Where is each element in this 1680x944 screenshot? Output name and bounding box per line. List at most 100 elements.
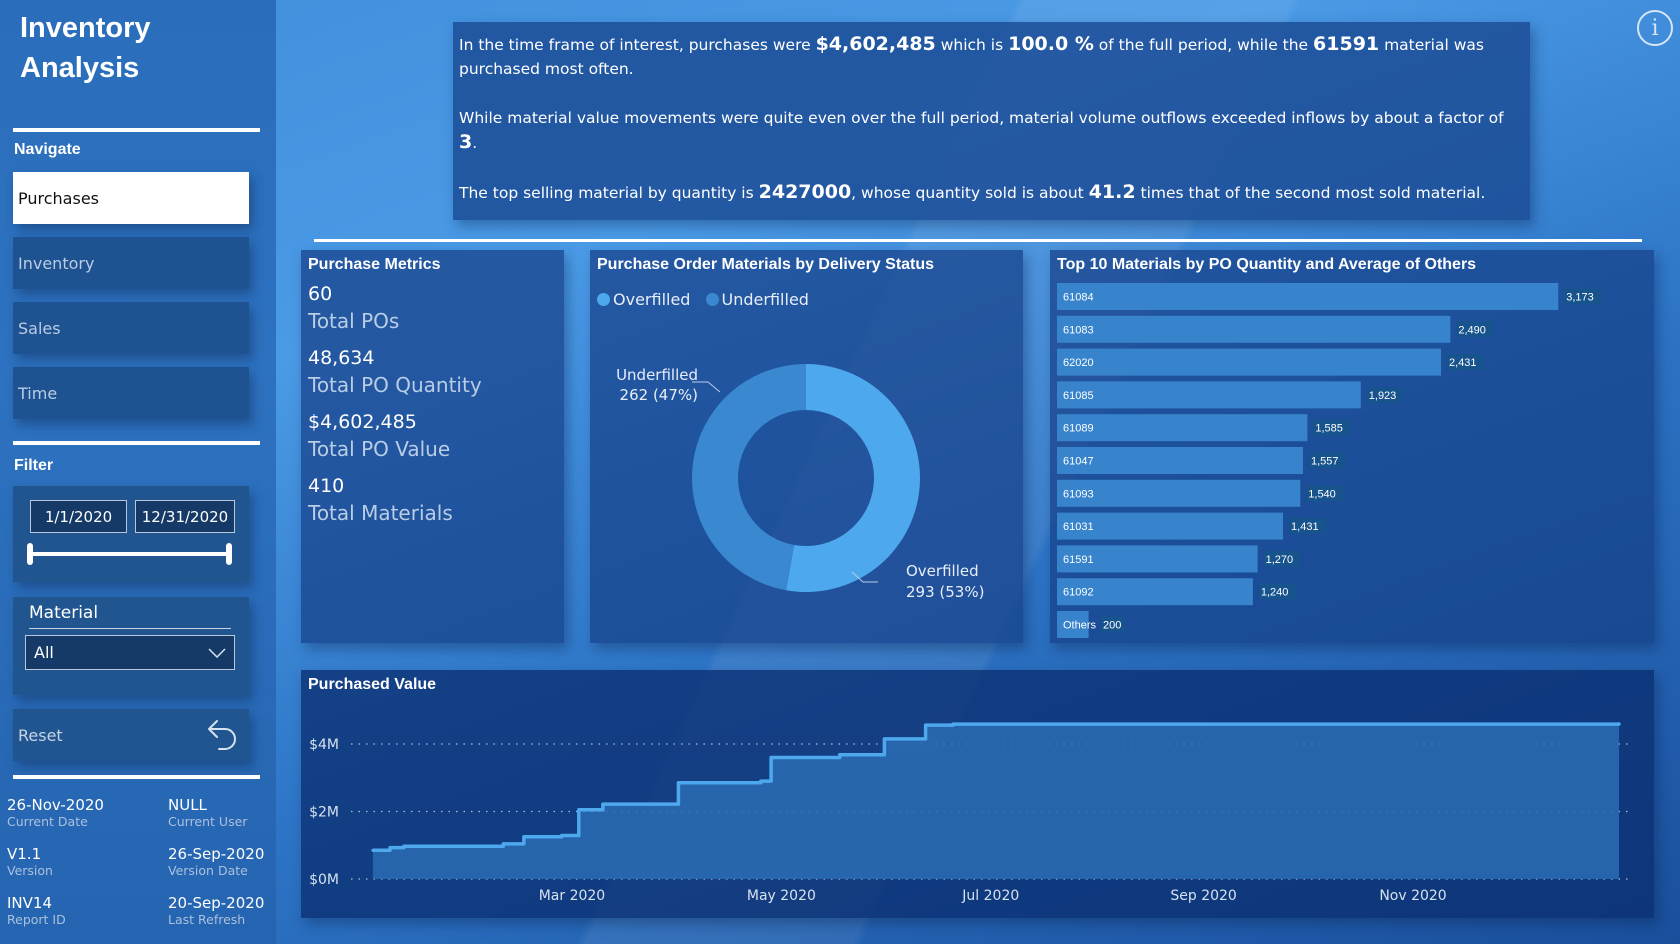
bar-value-label: 3,173 bbox=[1566, 292, 1594, 304]
narrative-text: of the full period, while the bbox=[1093, 36, 1314, 54]
divider bbox=[13, 775, 260, 779]
data-point[interactable] bbox=[371, 848, 375, 852]
donut-slice-underfilled[interactable] bbox=[692, 364, 806, 591]
data-point[interactable] bbox=[402, 844, 406, 848]
bar-category-label: 61591 bbox=[1063, 554, 1094, 566]
data-point[interactable] bbox=[924, 723, 928, 727]
bar-value-label: 1,240 bbox=[1261, 587, 1289, 599]
bar-61089[interactable] bbox=[1057, 414, 1308, 442]
info-label: Version Date bbox=[168, 863, 248, 878]
data-point[interactable] bbox=[560, 833, 564, 837]
x-tick-label: Sep 2020 bbox=[1170, 888, 1236, 904]
reset-label: Reset bbox=[18, 725, 63, 745]
purchased-value-panel: Purchased Value $0M $2M $4M Mar 2020 May 202… bbox=[301, 670, 1654, 918]
nav-inventory-button[interactable]: Inventory bbox=[13, 237, 249, 289]
start-date-input[interactable]: 1/1/2020 bbox=[30, 500, 127, 533]
data-point[interactable] bbox=[951, 722, 955, 726]
material-slicer: Material All bbox=[13, 597, 249, 695]
donut-slice-overfilled[interactable] bbox=[786, 364, 920, 592]
narrative-paragraph-2: While material value movements were quit… bbox=[459, 106, 1524, 155]
bar-category-label: 61084 bbox=[1063, 292, 1094, 304]
narrative-highlight: 3 bbox=[459, 131, 473, 153]
narrative-paragraph-3: The top selling material by quantity is … bbox=[459, 180, 1524, 205]
bar-value-label: 1,270 bbox=[1266, 554, 1294, 566]
info-label: Last Refresh bbox=[168, 912, 246, 927]
data-point[interactable] bbox=[882, 737, 886, 741]
info-value: V1.1 bbox=[7, 845, 42, 863]
info-label: Current User bbox=[168, 814, 248, 829]
x-tick-label: Mar 2020 bbox=[539, 888, 606, 904]
narrative-highlight: 2427000 bbox=[758, 181, 852, 203]
data-point[interactable] bbox=[577, 808, 581, 812]
divider bbox=[13, 128, 260, 132]
date-range-slider-track[interactable] bbox=[30, 552, 230, 556]
nav-purchases-button[interactable]: Purchases bbox=[13, 172, 249, 224]
last-refresh-info: 20-Sep-2020 Last Refresh bbox=[168, 894, 298, 928]
narrative-text: While material value movements were quit… bbox=[459, 109, 1504, 127]
current-user-info: NULL Current User bbox=[168, 796, 298, 830]
total-po-value-value: $4,602,485 bbox=[308, 411, 417, 433]
data-point[interactable] bbox=[501, 842, 505, 846]
info-label: Current Date bbox=[7, 814, 88, 829]
info-label: Report ID bbox=[7, 912, 66, 927]
app-title-line2: Analysis bbox=[20, 52, 140, 84]
bar-61084[interactable] bbox=[1057, 283, 1559, 310]
version-date-info: 26-Sep-2020 Version Date bbox=[168, 845, 298, 879]
data-point[interactable] bbox=[601, 802, 605, 806]
reset-button[interactable]: Reset bbox=[13, 709, 249, 761]
total-materials-value: 410 bbox=[308, 475, 345, 497]
x-tick-label: Nov 2020 bbox=[1379, 888, 1446, 904]
purchased-value-chart: $0M $2M $4M Mar 2020 May 2020 Jul 2020 Sep 202… bbox=[309, 722, 1631, 904]
date-range-slicer: 1/1/2020 12/31/2020 bbox=[13, 486, 249, 582]
data-point[interactable] bbox=[769, 756, 773, 759]
underfilled-data-label: 262 (47%) bbox=[620, 386, 698, 404]
date-slider-start-handle[interactable] bbox=[27, 543, 33, 565]
report-id-info: INV14 Report ID bbox=[7, 894, 137, 928]
overfilled-label: Overfilled bbox=[906, 562, 979, 580]
undo-icon bbox=[208, 720, 236, 750]
nav-time-button[interactable]: Time bbox=[13, 367, 249, 419]
current-date-info: 26-Nov-2020 Current Date bbox=[7, 796, 137, 830]
bar-value-label: 1,557 bbox=[1311, 456, 1339, 468]
narrative-highlight: 100.0 % bbox=[1008, 33, 1094, 55]
chevron-down-icon bbox=[208, 647, 226, 658]
bar-category-label: Others bbox=[1063, 620, 1097, 632]
bar-61047[interactable] bbox=[1057, 447, 1303, 474]
data-point[interactable] bbox=[1617, 722, 1621, 726]
narrative-text: . bbox=[472, 134, 478, 152]
info-value: INV14 bbox=[7, 894, 52, 912]
bar-category-label: 61047 bbox=[1063, 456, 1094, 468]
data-point[interactable] bbox=[759, 779, 763, 783]
info-value: 26-Nov-2020 bbox=[7, 796, 104, 814]
data-point[interactable] bbox=[522, 835, 526, 839]
data-point[interactable] bbox=[838, 753, 842, 757]
x-tick-label: May 2020 bbox=[747, 888, 816, 904]
bar-category-label: 61083 bbox=[1063, 324, 1094, 336]
narrative-highlight: 41.2 bbox=[1088, 181, 1136, 203]
app-title-line1: Inventory bbox=[20, 12, 151, 44]
y-tick-label: $4M bbox=[309, 737, 339, 753]
data-point[interactable] bbox=[676, 781, 680, 785]
nav-sales-button[interactable]: Sales bbox=[13, 302, 249, 354]
total-po-quantity-value: 48,634 bbox=[308, 347, 375, 369]
narrative-text: The top selling material by quantity is bbox=[459, 184, 759, 202]
top-materials-bar-chart: 61084 3,173 61083 2,490 62020 2,431 61085 1,923… bbox=[1057, 283, 1602, 638]
bar-category-label: 61089 bbox=[1063, 423, 1094, 435]
delivery-status-donut-panel: Purchase Order Materials by Delivery Sta… bbox=[590, 250, 1023, 643]
donut-chart: Underfilled 262 (47%) Overfilled 293 (53… bbox=[616, 364, 984, 601]
narrative-text: In the time frame of interest, purchases… bbox=[459, 36, 816, 54]
bar-category-label: 61031 bbox=[1063, 521, 1094, 533]
bar-62020[interactable] bbox=[1057, 348, 1442, 376]
bar-61085[interactable] bbox=[1057, 381, 1361, 409]
underfilled-label: Underfilled bbox=[616, 366, 698, 384]
area-fill bbox=[372, 723, 1620, 879]
data-point[interactable] bbox=[388, 846, 392, 850]
end-date-input[interactable]: 12/31/2020 bbox=[135, 500, 235, 533]
material-dropdown[interactable]: All bbox=[25, 635, 235, 670]
content-divider bbox=[314, 239, 1642, 242]
info-icon[interactable]: i bbox=[1637, 10, 1673, 46]
bar-61083[interactable] bbox=[1057, 315, 1451, 343]
date-slider-end-handle[interactable] bbox=[226, 543, 232, 565]
bar-category-label: 61092 bbox=[1063, 587, 1094, 599]
material-underline bbox=[29, 628, 231, 629]
